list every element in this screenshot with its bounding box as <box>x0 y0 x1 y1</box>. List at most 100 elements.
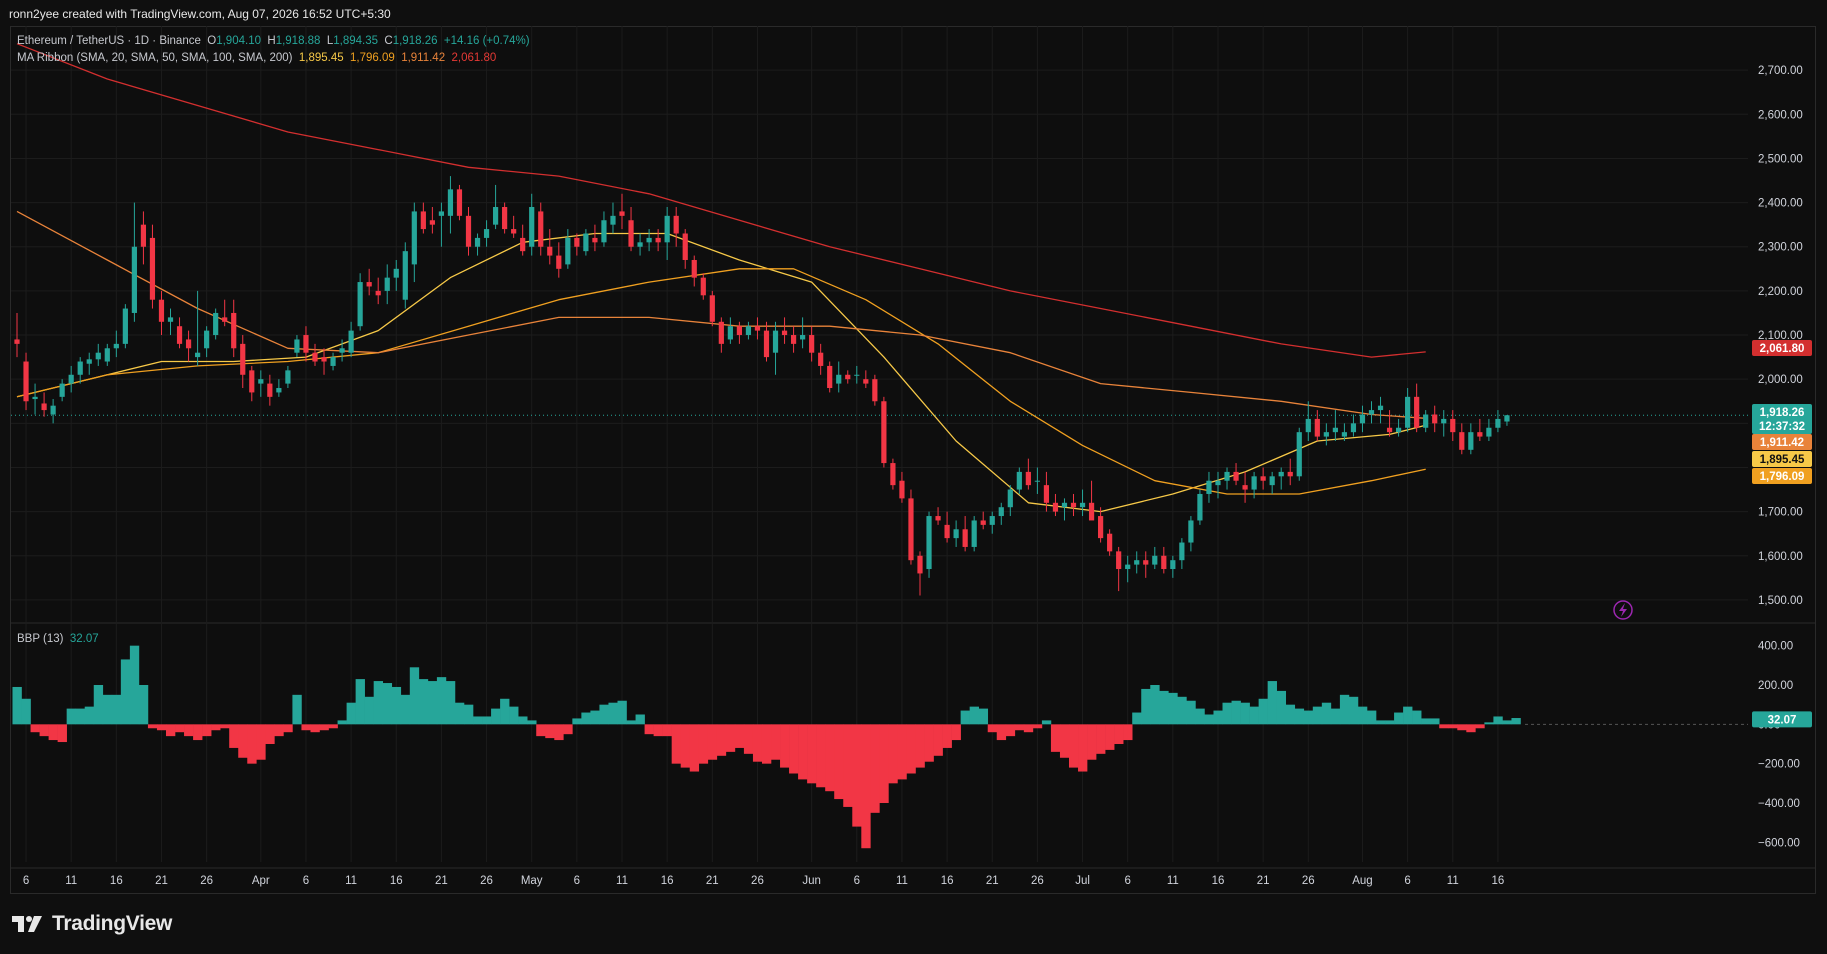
candle-body <box>646 237 652 243</box>
price-tag: 1,895.45 <box>1752 451 1812 467</box>
candle <box>1161 546 1167 574</box>
candle-body <box>547 246 553 256</box>
lightning-icon[interactable] <box>1613 600 1633 620</box>
low-value: 1,894.35 <box>333 35 379 47</box>
high-value: 1,918.88 <box>275 35 321 47</box>
candle-body <box>1296 432 1302 477</box>
candle-body <box>772 330 779 353</box>
bbp-bar <box>1014 724 1025 731</box>
candle-body <box>926 516 932 570</box>
candle-body <box>610 215 616 225</box>
bbp-bar <box>1168 692 1178 725</box>
bbp-bar <box>1276 690 1287 725</box>
bbp-bar <box>536 724 546 737</box>
candle-body <box>1215 480 1221 486</box>
candle-body <box>745 326 752 336</box>
candle <box>556 242 562 278</box>
candle-body <box>23 361 29 402</box>
bbp-bar <box>1357 706 1368 725</box>
bbp-bar <box>951 724 961 741</box>
candle <box>321 348 327 375</box>
candle <box>754 317 761 340</box>
bbp-bar <box>102 694 113 725</box>
candle <box>1287 458 1293 486</box>
y-tick-label: 2,500.00 <box>1758 153 1803 165</box>
candle-body <box>592 237 598 243</box>
bbp-bar <box>1394 712 1404 725</box>
candle <box>1441 410 1447 437</box>
candle <box>899 471 905 503</box>
x-tick-label: 26 <box>480 875 493 887</box>
candle-body <box>1197 493 1203 521</box>
bbp-bar <box>1339 694 1350 725</box>
candle-body <box>1061 502 1068 508</box>
bbp-bar <box>563 724 573 735</box>
symbol-title[interactable]: Ethereum / TetherUS · 1D · Binance <box>17 35 201 47</box>
candle <box>1070 493 1077 517</box>
bbp-bar <box>554 724 564 741</box>
tradingview-brand[interactable]: TradingView <box>12 912 172 936</box>
candle-body <box>1287 471 1293 477</box>
bbp-bar <box>1186 700 1196 725</box>
ma-legend: MA Ribbon (SMA, 20, SMA, 50, SMA, 100, S… <box>17 52 496 64</box>
x-tick-label: 6 <box>23 875 29 887</box>
candle-body <box>1034 480 1040 482</box>
candle-body <box>1025 471 1031 486</box>
candle-body <box>465 215 472 247</box>
bbp-y-tick-label: −400.00 <box>1758 798 1800 810</box>
candle-body <box>1486 427 1492 437</box>
candle-body <box>1251 476 1257 490</box>
bbp-bar <box>373 681 384 725</box>
candle-body <box>411 211 417 265</box>
candle <box>447 176 454 234</box>
y-tick-label: 2,200.00 <box>1758 286 1803 298</box>
candle-body <box>1079 502 1086 508</box>
bbp-bar <box>1159 690 1169 725</box>
candle-body <box>989 516 995 525</box>
bbp-bar <box>626 720 636 725</box>
close-label: C <box>384 35 393 47</box>
candle <box>429 207 435 234</box>
candle <box>935 507 941 525</box>
chart-svg[interactable]: 2,700.00 2,600.00 2,500.00 2,400.00 2,300.00… <box>0 0 1827 954</box>
candle <box>718 317 724 353</box>
candle <box>1477 418 1483 441</box>
ma-line-2 <box>16 268 1426 495</box>
candle-body <box>556 255 562 269</box>
bbp-bar <box>960 710 970 725</box>
bbp-title[interactable]: BBP (13) <box>17 633 63 645</box>
candle <box>989 511 995 534</box>
bbp-bar <box>1023 724 1034 733</box>
candle <box>511 215 517 238</box>
candle-body <box>953 529 959 539</box>
bbp-bar <box>789 724 799 774</box>
candle-body <box>140 224 147 247</box>
bbp-bar <box>156 724 167 731</box>
candle-body <box>664 215 670 243</box>
bbp-bar <box>1132 712 1142 725</box>
ma-line-4 <box>16 43 1426 358</box>
bbp-bar <box>355 679 365 725</box>
candle <box>50 399 56 424</box>
bbp-bar <box>48 724 58 741</box>
candle <box>1215 471 1221 499</box>
ma-title[interactable]: MA Ribbon (SMA, 20, SMA, 50, SMA, 100, S… <box>17 52 292 64</box>
candle-body <box>754 326 761 331</box>
candle <box>574 233 580 256</box>
candle-body <box>95 352 101 360</box>
candle <box>628 207 634 252</box>
bbp-bar <box>653 724 663 737</box>
candle-body <box>41 403 47 411</box>
x-tick-label: 16 <box>941 875 954 887</box>
x-tick-label: 21 <box>706 875 719 887</box>
bbp-bar <box>1511 718 1521 725</box>
candle-body <box>1477 432 1483 437</box>
bbp-bar <box>1457 724 1467 731</box>
y-tick-label: 1,500.00 <box>1758 595 1803 607</box>
candle <box>131 202 137 322</box>
candle-body <box>899 480 905 499</box>
candle <box>1269 471 1275 494</box>
bbp-bar <box>698 724 709 764</box>
close-value: 1,918.26 <box>392 35 438 47</box>
candle-body <box>149 237 156 300</box>
